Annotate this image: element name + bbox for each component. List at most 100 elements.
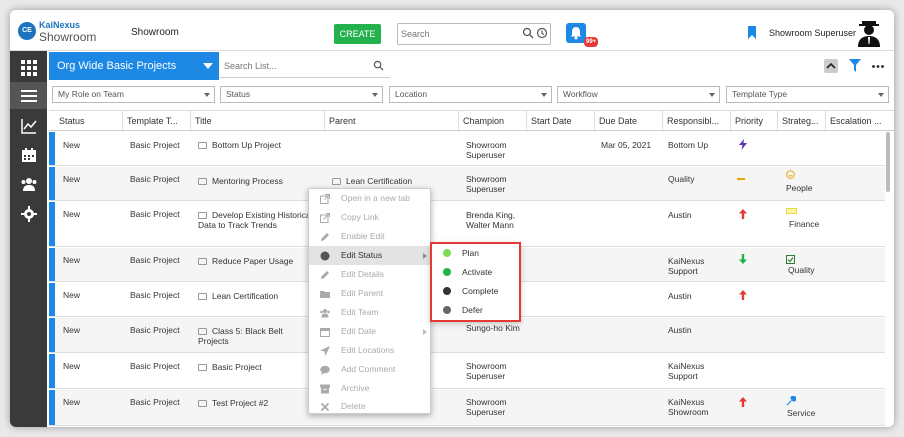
comment-icon: [320, 365, 330, 375]
status-option-plan[interactable]: Plan: [432, 244, 519, 263]
search-icon[interactable]: [522, 27, 534, 39]
cell-champion: Brenda King, Walter Mann: [466, 210, 516, 230]
cell-title[interactable]: Class 5: Black Belt Projects: [198, 326, 306, 346]
menu-open-new-tab[interactable]: Open in a new tab: [309, 189, 430, 208]
cell-title[interactable]: Test Project #2: [198, 398, 324, 408]
logo-subbrand: Showroom: [39, 30, 97, 44]
menu-label: Edit Date: [341, 326, 376, 336]
apps-grid-icon[interactable]: [21, 60, 37, 76]
filter-location[interactable]: Location: [389, 86, 552, 103]
bookmark-icon[interactable]: [747, 26, 757, 39]
user-avatar-icon[interactable]: [856, 19, 882, 47]
filter-status[interactable]: Status: [220, 86, 383, 103]
list-bar: Org Wide Basic Projects: [49, 52, 894, 80]
column-header-title[interactable]: Title: [191, 111, 325, 132]
create-button[interactable]: CREATE: [334, 24, 381, 44]
folder-icon: [198, 400, 207, 407]
left-nav: [10, 51, 47, 427]
table-row[interactable]: New Basic Project Mentoring Process Lean…: [49, 167, 885, 201]
menu-add-comment[interactable]: Add Comment: [309, 360, 430, 379]
menu-edit-team[interactable]: Edit Team: [309, 303, 430, 322]
user-name[interactable]: Showroom Superuser: [769, 28, 856, 38]
filter-workflow[interactable]: Workflow: [557, 86, 720, 103]
filter-bar: My Role on Team Status Location Workflow…: [49, 86, 894, 104]
chart-icon[interactable]: [21, 118, 37, 134]
folder-strategy-icon: [786, 208, 797, 214]
table-row[interactable]: New Basic Project Develop Existing Histo…: [49, 202, 885, 247]
people-icon[interactable]: [21, 176, 37, 192]
title-text: Test Project #2: [212, 398, 269, 408]
column-header-strategy[interactable]: Strateg...: [778, 111, 826, 132]
cell-template: Basic Project: [130, 361, 180, 371]
menu-edit-details[interactable]: Edit Details: [309, 265, 430, 284]
cell-status: New: [63, 361, 81, 371]
menu-edit-date[interactable]: Edit Date: [309, 322, 430, 341]
notifications-button[interactable]: [566, 23, 586, 43]
cell-strategy: Service: [787, 408, 816, 418]
cell-title[interactable]: Mentoring Process: [198, 176, 324, 186]
cell-title[interactable]: Bottom Up Project: [198, 140, 324, 150]
kainexus-logo[interactable]: CE KaiNexus Showroom: [18, 18, 114, 46]
column-header-start-date[interactable]: Start Date: [527, 111, 595, 132]
cell-title[interactable]: Lean Certification: [198, 291, 324, 301]
table-header: Status Template T... Title Parent Champi…: [49, 110, 894, 132]
menu-delete[interactable]: Delete: [309, 397, 430, 416]
status-option-activate[interactable]: Activate: [432, 263, 519, 282]
cell-title[interactable]: Reduce Paper Usage: [198, 256, 324, 266]
calendar-icon[interactable]: [21, 147, 37, 163]
column-header-parent[interactable]: Parent: [325, 111, 459, 132]
more-icon[interactable]: [872, 65, 884, 68]
cell-title[interactable]: Develop Existing Historical Data to Trac…: [198, 210, 318, 230]
menu-enable-edit[interactable]: Enable Edit: [309, 227, 430, 246]
row-context-menu: Open in a new tab Copy Link Enable Edit …: [308, 188, 431, 414]
folder-icon: [198, 178, 207, 185]
gear-icon[interactable]: [21, 206, 37, 222]
cell-strategy: Quality: [788, 265, 815, 275]
table-row[interactable]: New Basic Project Bottom Up Project Show…: [49, 132, 885, 166]
menu-edit-parent[interactable]: Edit Parent: [309, 284, 430, 303]
status-option-complete[interactable]: Complete: [432, 282, 519, 301]
filter-my-role[interactable]: My Role on Team: [52, 86, 215, 103]
cell-template: Basic Project: [130, 397, 180, 407]
menu-archive[interactable]: Archive: [309, 379, 430, 398]
column-header-status[interactable]: Status: [55, 111, 123, 132]
cell-responsible: Quality: [668, 174, 695, 184]
menu-label: Edit Locations: [341, 345, 395, 355]
global-search-input[interactable]: [401, 27, 511, 41]
cell-status: New: [63, 325, 81, 335]
column-header-responsible[interactable]: Responsibl...: [663, 111, 731, 132]
chevron-down-icon: [709, 93, 715, 97]
site-name: Showroom: [131, 27, 179, 38]
cell-champion: Showroom Superuser: [466, 361, 507, 381]
menu-edit-locations[interactable]: Edit Locations: [309, 341, 430, 360]
list-search-input[interactable]: [224, 59, 364, 73]
history-icon[interactable]: [536, 27, 548, 39]
search-icon[interactable]: [373, 60, 384, 71]
cell-responsible: Austin: [668, 291, 692, 301]
list-selector[interactable]: Org Wide Basic Projects: [49, 52, 219, 80]
cell-responsible: Austin: [668, 210, 692, 220]
column-header-template[interactable]: Template T...: [123, 111, 191, 132]
column-header-escalation[interactable]: Escalation ...: [826, 111, 894, 132]
filter-template-type[interactable]: Template Type: [726, 86, 889, 103]
collapse-button[interactable]: [824, 59, 838, 73]
cell-status: New: [63, 290, 81, 300]
logo-brand: KaiNexus: [39, 20, 81, 30]
column-header-priority[interactable]: Priority: [731, 111, 778, 132]
column-header-champion[interactable]: Champion: [459, 111, 527, 132]
column-header-due-date[interactable]: Due Date: [595, 111, 663, 132]
table-row[interactable]: New Basic Project Basic Project Showroom…: [49, 354, 885, 389]
table-row[interactable]: New Basic Project Class 5: Black Belt Pr…: [49, 318, 885, 353]
menu-copy-link[interactable]: Copy Link: [309, 208, 430, 227]
table-scrollbar[interactable]: [886, 132, 890, 192]
cell-title[interactable]: Basic Project: [198, 362, 324, 372]
status-option-defer[interactable]: Defer: [432, 301, 519, 320]
pencil-icon: [321, 233, 329, 241]
table-row[interactable]: New Basic Project Test Project #2 Showro…: [49, 390, 885, 426]
nav-item-lists[interactable]: [10, 82, 47, 109]
row-indicator: [49, 202, 55, 246]
menu-edit-status[interactable]: Edit Status: [309, 246, 430, 265]
cell-parent[interactable]: Lean Certification: [332, 176, 458, 186]
row-indicator: [49, 132, 55, 165]
filter-icon[interactable]: [849, 59, 861, 72]
